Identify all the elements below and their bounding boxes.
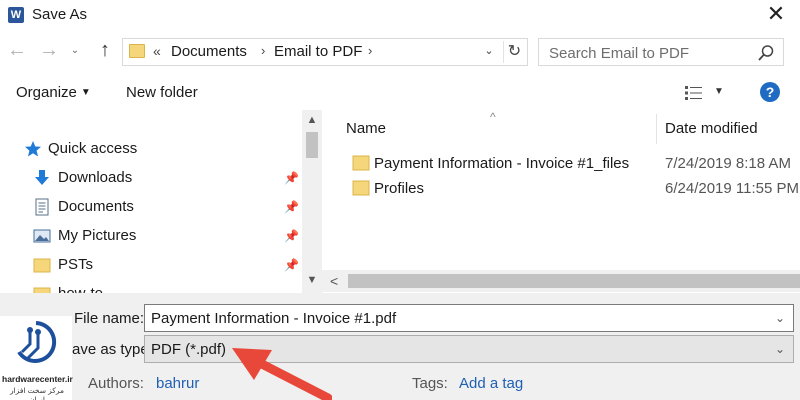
search-input[interactable] [549,43,749,63]
breadcrumb-overflow[interactable]: « [153,43,161,59]
authors-label: Authors: [88,375,144,392]
scrollbar-thumb[interactable] [348,274,800,288]
pin-icon[interactable]: 📌 [284,171,299,185]
chevron-down-icon[interactable]: ⌄ [775,342,785,356]
file-row[interactable]: Profiles 6/24/2019 11:55 PM [322,176,800,202]
circuit-logo-icon [17,321,57,363]
sidebar-item-how-to[interactable]: how-to [0,281,300,293]
scroll-left-icon[interactable]: < [330,273,338,289]
save-options-panel: File name: Payment Information - Invoice… [0,293,800,400]
column-divider[interactable] [656,114,657,144]
sidebar-item-label: Quick access [48,140,138,157]
new-folder-button[interactable]: New folder [126,84,198,101]
pin-icon[interactable]: 📌 [284,200,299,214]
file-name: Payment Information - Invoice #1_files [374,155,630,172]
search-box[interactable] [538,38,784,66]
column-header-name[interactable]: Name [346,120,386,137]
close-icon[interactable]: ✕ [762,2,790,28]
organize-button[interactable]: Organize ▼ [16,84,91,101]
sidebar-item-downloads[interactable]: Downloads 📌 [0,165,300,191]
file-list: ^ Name Date modified Payment Information… [322,110,800,293]
scroll-down-icon[interactable]: ▼ [302,274,322,286]
file-date: 7/24/2019 8:18 AM [665,155,791,172]
authors-value[interactable]: bahrur [156,375,199,392]
file-name-label: File name: [74,310,145,327]
recent-locations-chevron-icon[interactable]: ⌄ [68,40,82,64]
sidebar-item-quick-access[interactable]: Quick access [0,136,300,162]
sidebar-item-my-pictures[interactable]: My Pictures 📌 [0,223,300,249]
folder-icon [352,155,370,171]
watermark-domain: hardwarecenter.ir [2,374,73,384]
breadcrumb-email-to-pdf[interactable]: Email to PDF [274,43,362,60]
refresh-icon[interactable]: ↻ [503,41,525,63]
red-arrow-annotation [232,348,332,400]
download-icon [35,170,49,185]
address-dropdown-icon[interactable]: ⌄ [481,44,497,57]
scrollbar-thumb[interactable] [306,132,318,158]
word-app-icon: W [8,7,24,23]
sidebar-item-label: Documents [58,198,134,215]
navigation-bar: ← → ⌄ ↑ « Documents › Email to PDF › ⌄ ↻ [0,30,800,74]
organize-label: Organize [16,84,77,101]
tags-label: Tags: [412,375,448,392]
navigation-pane-scrollbar[interactable]: ▲ ▼ [302,110,322,293]
file-date: 6/24/2019 11:55 PM [665,180,799,197]
help-icon[interactable]: ? [760,82,780,102]
column-header-date-modified[interactable]: Date modified [665,120,758,137]
document-icon [35,198,49,216]
address-bar[interactable]: « Documents › Email to PDF › ⌄ ↻ [122,38,528,66]
view-dropdown-icon[interactable]: ▼ [714,86,724,97]
command-bar: Organize ▼ New folder ▼ ? [0,78,800,110]
sidebar-item-label: PSTs [58,256,94,273]
sidebar-item-documents[interactable]: Documents 📌 [0,194,300,220]
folder-icon [129,44,145,58]
back-arrow-icon[interactable]: ← [6,39,28,63]
breadcrumb-chevron-icon[interactable]: › [368,43,372,58]
watermark-tagline: مرکز سخت افزار ایران [9,386,65,400]
pin-icon[interactable]: 📌 [284,258,299,272]
search-icon[interactable] [757,44,775,62]
caret-down-icon: ▼ [80,87,91,98]
sidebar-item-label: how-to [58,285,103,293]
star-icon [25,141,41,157]
pin-icon[interactable]: 📌 [284,229,299,243]
folder-icon [33,287,51,293]
watermark-logo: hardwarecenter.ir مرکز سخت افزار ایران [0,316,73,400]
breadcrumb-chevron-icon[interactable]: › [261,43,265,58]
file-row[interactable]: Payment Information - Invoice #1_files 7… [322,151,800,177]
navigation-pane: Quick access Downloads 📌 Documents 📌 My … [0,110,322,293]
pictures-icon [33,229,51,243]
sidebar-item-label: My Pictures [58,227,137,244]
view-options-icon[interactable] [684,85,704,101]
file-list-horizontal-scrollbar[interactable]: < [322,270,800,292]
folder-icon [33,258,51,273]
breadcrumb-documents[interactable]: Documents [171,43,247,60]
scroll-up-icon[interactable]: ▲ [302,114,322,126]
window-title: Save As [32,6,88,23]
file-name-field[interactable]: Payment Information - Invoice #1.pdf ⌄ [144,304,794,332]
title-bar: W Save As ✕ [0,0,800,30]
add-tag-link[interactable]: Add a tag [459,375,523,392]
chevron-down-icon[interactable]: ⌄ [775,311,785,325]
sidebar-item-psts[interactable]: PSTs 📌 [0,252,300,278]
file-name: Profiles [374,180,425,197]
up-arrow-icon[interactable]: ↑ [94,39,116,63]
folder-icon [352,180,370,196]
save-as-type-value: PDF (*.pdf) [151,341,227,358]
forward-arrow-icon[interactable]: → [38,39,60,63]
sort-ascending-icon: ^ [490,110,496,124]
save-as-type-label: Save as type: [62,341,153,358]
sidebar-item-label: Downloads [58,169,133,186]
file-name-value[interactable]: Payment Information - Invoice #1.pdf [151,310,396,327]
